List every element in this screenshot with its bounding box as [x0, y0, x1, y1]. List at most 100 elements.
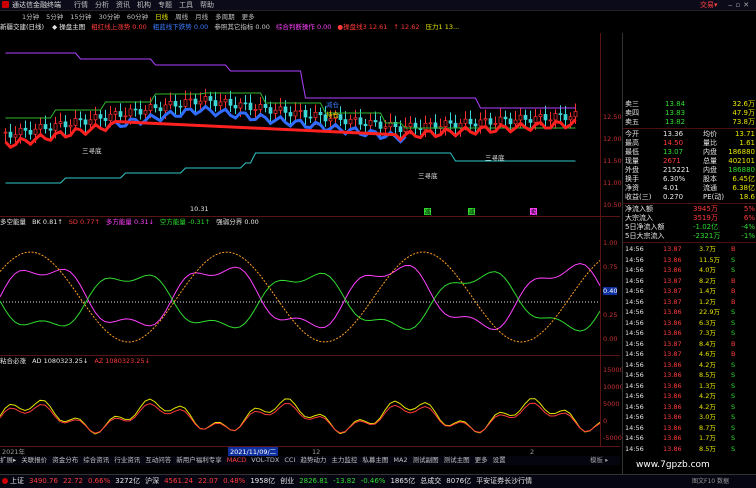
status-item-17: 平安证券长沙行情 — [476, 477, 533, 485]
stat-row-7-cell-0: 收益(三) — [625, 193, 652, 201]
tab-5[interactable]: 互动问答 — [145, 456, 171, 464]
tab-11[interactable]: 主力监控 — [331, 456, 357, 464]
sub1-tick-4: 0.00 — [603, 335, 618, 343]
tab-10[interactable]: 趋势动力 — [300, 456, 326, 464]
tab-13[interactable]: MA2 — [393, 456, 407, 464]
sub1-field-4: 强弱分界 0.00 — [216, 218, 259, 226]
ask-row-0: 卖三 13.84 32.6万 — [623, 100, 756, 109]
status-item-8: 0.48% — [223, 477, 246, 485]
tab-17[interactable]: 设置 — [493, 456, 506, 464]
sub1-chart[interactable] — [0, 227, 600, 355]
tab-4[interactable]: 行业资讯 — [114, 456, 140, 464]
tick-row-13-cell-1: 13.86 — [663, 381, 682, 390]
menu-1[interactable]: 分析 — [95, 0, 109, 10]
candle-body — [208, 96, 213, 101]
sub2-chart[interactable] — [0, 366, 600, 446]
tick-row-15-cell-1: 13.86 — [663, 402, 682, 411]
menu-5[interactable]: 工具 — [179, 0, 193, 10]
stat-row-2-cell-1: 13.07 — [663, 148, 684, 156]
tab-1[interactable]: 关联报价 — [21, 456, 47, 464]
candle-body — [48, 128, 53, 131]
menu-3[interactable]: 机构 — [137, 0, 151, 10]
candle-body — [198, 100, 203, 105]
main-price-chart[interactable]: 三寻底三寻底三寻底减仓持仓10.31 减减卖 — [0, 33, 600, 216]
sub2-title[interactable]: 粘合必涨 — [0, 357, 26, 365]
tick-row-5-cell-1: 13.87 — [663, 297, 682, 306]
period-4[interactable]: 60分钟 — [127, 12, 148, 22]
info-seg-6: ↑ 12.62 — [393, 23, 420, 31]
tab-0[interactable]: 扩展▸ — [0, 456, 16, 464]
period-6[interactable]: 周线 — [175, 12, 188, 22]
period-1[interactable]: 5分钟 — [46, 12, 63, 22]
period-7[interactable]: 月线 — [195, 12, 208, 22]
tab-9[interactable]: CCI — [284, 456, 295, 464]
flow-row-1-cell-0: 大宗流入 — [625, 214, 653, 222]
candle-body — [53, 123, 58, 131]
flow-row-1: 大宗流入 3519万 6% — [623, 214, 756, 223]
chart-annotation-5: 10.31 — [190, 205, 209, 213]
period-2[interactable]: 15分钟 — [70, 12, 91, 22]
tick-row-9-cell-2: 8.4万 — [699, 339, 716, 348]
candle-body — [468, 118, 473, 125]
tick-row-14-cell-0: 14:56 — [625, 392, 644, 400]
tick-row-0-cell-2: 3.7万 — [699, 245, 716, 253]
stat-row-5: 换手 6.30% 股本 6.45亿 — [623, 175, 756, 184]
candle-body — [483, 118, 488, 121]
menu-4[interactable]: 专题 — [158, 0, 172, 10]
sub2-tick-3: 0 — [603, 417, 608, 425]
candle-body — [463, 118, 468, 124]
status-item-4: 3272亿 — [115, 477, 141, 485]
tab-6[interactable]: 新用户福利专享 — [176, 456, 222, 464]
market-dot-icon — [2, 478, 8, 484]
f10-note[interactable]: 图文F10 数据 — [692, 475, 729, 488]
chart-annotation-4: 持仓 — [326, 110, 340, 119]
candle-body — [508, 118, 513, 125]
candle-body — [128, 108, 133, 117]
price-axis: 12.50 12.00 11.50 11.00 10.50 — [600, 33, 623, 216]
sub1-title[interactable]: 多空能量 — [0, 218, 26, 226]
chart-annotation-0: 三寻底 — [82, 146, 102, 155]
tick-row-17-cell-3: S — [731, 423, 736, 432]
tick-row-13-cell-0: 14:56 — [625, 381, 644, 390]
main-menu: 行情 分析 资讯 机构 专题 工具 帮助 — [74, 0, 221, 10]
candle-body — [193, 98, 198, 105]
tick-row-0-cell-3: B — [731, 245, 736, 253]
period-8[interactable]: 多周期 — [215, 12, 235, 22]
sub1-axis: 1.00 0.75 0.40 0.25 0.00 — [600, 217, 623, 355]
menu-6[interactable]: 帮助 — [200, 0, 214, 10]
menu-2[interactable]: 资讯 — [116, 0, 130, 10]
candle-body — [373, 120, 378, 123]
candle-body — [543, 114, 548, 121]
stats-list: 今开 13.36 均价 13.71 最高 14.50 量比 1.61 最低 13.07 内盘 1868… — [623, 130, 756, 202]
candle-body — [8, 131, 13, 138]
stock-name-label[interactable]: 新疆交建(日线) — [0, 23, 44, 31]
tick-list[interactable]: 14:56 13.87 3.7万 B 14:56 13.86 11.5万 S 14:56 13.8… — [623, 244, 756, 454]
candle-body — [518, 114, 523, 121]
tab-2[interactable]: 资金分布 — [52, 456, 78, 464]
tab-15[interactable]: 测试主图 — [444, 456, 470, 464]
tab-3[interactable]: 综合资讯 — [83, 456, 109, 464]
candle-body — [568, 116, 573, 121]
template-button[interactable]: 模板 ▸ — [590, 456, 608, 465]
flow-row-2-cell-0: 5日净流入额 — [625, 223, 665, 231]
period-5[interactable]: 日线 — [155, 12, 168, 22]
stat-row-6-cell-2: 流通 — [703, 184, 717, 192]
sub2-tick-0: 15000 — [603, 366, 624, 374]
ask-row-2: 卖五 13.82 73.8万 — [623, 118, 756, 127]
tick-row-19: 14:56 13.86 8.5万 S — [623, 444, 756, 455]
tab-7[interactable]: MACD — [227, 456, 246, 464]
tab-14[interactable]: 测试副图 — [413, 456, 439, 464]
tick-row-6: 14:56 13.86 22.9万 S — [623, 307, 756, 318]
candle-body — [523, 114, 528, 120]
period-0[interactable]: 1分钟 — [22, 12, 39, 22]
period-9[interactable]: 更多 — [242, 12, 255, 22]
period-3[interactable]: 30分钟 — [99, 12, 120, 22]
tab-16[interactable]: 更多 — [475, 456, 488, 464]
tick-row-0-cell-1: 13.87 — [663, 245, 682, 253]
tick-row-15-cell-0: 14:56 — [625, 402, 644, 411]
tab-12[interactable]: 私募主图 — [362, 456, 388, 464]
candle-body — [478, 119, 483, 127]
tab-8[interactable]: VOL-TDX — [251, 456, 279, 464]
candle-body — [293, 110, 298, 117]
menu-0[interactable]: 行情 — [74, 0, 88, 10]
